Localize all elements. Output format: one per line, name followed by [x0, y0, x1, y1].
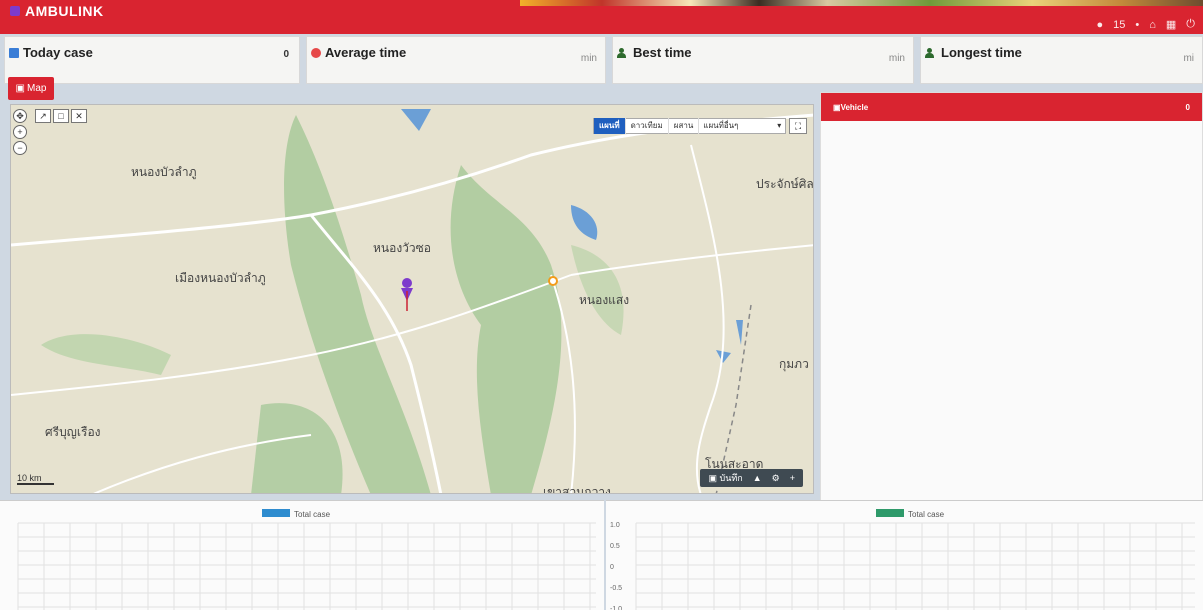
add-icon[interactable]: + [790, 473, 795, 483]
ambulink-logo-icon [10, 6, 20, 16]
vehicle-count[interactable]: 0 [1186, 103, 1190, 112]
map-label: หนองแสง [579, 293, 630, 307]
draw-line-icon[interactable]: ↗ [35, 109, 51, 123]
map-type-option[interactable]: ผสาน [669, 118, 700, 134]
user-icon[interactable]: ● [1096, 19, 1103, 31]
map-tools: ↗ □ ✕ [35, 109, 87, 123]
vehicle-icon: ▣ [833, 102, 841, 112]
pan-icon[interactable]: ✥ [13, 109, 27, 123]
map-label: กุมภว [779, 357, 809, 371]
map-bottom-toolbar: ▣ บันทึก ▲ ⚙ + [700, 469, 803, 487]
save-label: บันทึก [719, 473, 743, 483]
stat-average-time: Average time min [306, 36, 606, 84]
chart-right-svg: Total case 1.0 0.5 0 -0.5 -1.0 [610, 509, 1195, 610]
clock-icon [311, 47, 321, 58]
vehicle-header: ▣Vehicle 0 [821, 93, 1202, 121]
settings-icon[interactable]: • [1135, 19, 1139, 31]
map-type-select-value: แผนที่อื่นๆ [703, 121, 739, 130]
y-tick-label: 1.0 [610, 522, 620, 529]
home-icon[interactable]: ⌂ [1149, 19, 1156, 31]
chart-left-svg: Total case [17, 509, 596, 610]
legend-swatch [876, 509, 904, 517]
y-tick-label: -1.0 [610, 606, 622, 610]
map-label: เขาสวนกวาง [543, 485, 611, 494]
map-icon: ▣ [15, 83, 25, 94]
legend-swatch [262, 509, 290, 517]
vehicle-panel: ▣Vehicle 0 [820, 92, 1203, 502]
save-icon: ▣ [708, 473, 717, 483]
stat-label: Average time [325, 45, 407, 60]
chevron-down-icon: ▾ [777, 121, 782, 130]
stat-label: Today case [23, 45, 93, 60]
chart-right-panel: Total case 1.0 0.5 0 -0.5 -1.0 [606, 500, 1203, 610]
stat-unit: mi [1183, 53, 1194, 64]
clear-icon[interactable]: ✕ [71, 109, 87, 123]
chart-left-panel: Total case [0, 500, 604, 610]
map-label: ประจักษ์ศิลป [756, 177, 814, 191]
zoom-in-button[interactable]: + [13, 125, 27, 139]
map-label: หนองบัวลำภู [131, 165, 197, 179]
stat-unit: min [888, 53, 905, 64]
power-icon[interactable]: ⏻ [1186, 18, 1195, 31]
app-title: AMBULINK [25, 3, 104, 19]
stat-best-time: Best time min [612, 36, 914, 84]
stat-unit: min [580, 53, 597, 64]
tab-map[interactable]: ▣ Map [8, 77, 54, 100]
tab-map-label: Map [27, 83, 47, 94]
banner-photo-strip [520, 0, 1203, 6]
y-tick-label: -0.5 [610, 585, 622, 592]
map-label: เมืองหนองบัวลำภู [175, 271, 266, 285]
stat-label: Longest time [941, 45, 1022, 60]
notification-count[interactable]: 15 [1113, 19, 1125, 31]
map-type-switcher: แผนที่ ดาวเทียม ผสาน แผนที่อื่นๆ ▾ [593, 118, 787, 134]
y-tick-label: 0 [610, 564, 614, 571]
topbar-actions: ● 15 • ⌂ ▦ ⏻ [1096, 18, 1195, 31]
map-type-select[interactable]: แผนที่อื่นๆ ▾ [699, 118, 785, 134]
map-label: ศรีบุญเรือง [45, 425, 101, 439]
stat-longest-time: Longest time mi [920, 36, 1203, 84]
map-type-option[interactable]: แผนที่ [594, 118, 626, 134]
stat-value: 0 [283, 49, 289, 60]
person-icon [617, 47, 629, 58]
draw-rect-icon[interactable]: □ [53, 109, 69, 123]
save-button[interactable]: ▣ บันทึก [708, 471, 742, 485]
y-tick-label: 0.5 [610, 543, 620, 550]
map-type-option[interactable]: ดาวเทียม [626, 118, 669, 134]
map-label: หนองวัวซอ [373, 241, 432, 255]
list-icon [9, 47, 19, 58]
map-scale-bar: 10 km [17, 473, 54, 485]
top-navbar: AMBULINK ● 15 • ⌂ ▦ ⏻ [0, 0, 1203, 34]
app-brand[interactable]: AMBULINK [10, 3, 104, 19]
legend-label: Total case [908, 510, 945, 519]
fullscreen-icon[interactable]: ⛶ [789, 118, 807, 134]
person-icon [925, 47, 937, 58]
stat-label: Best time [633, 45, 692, 60]
legend-label: Total case [294, 510, 331, 519]
grid-icon[interactable]: ▦ [1166, 18, 1176, 31]
map-view[interactable]: หนองบัวลำภู เมืองหนองบัวลำภู หนองวัวซอ ป… [10, 104, 814, 494]
gear-icon[interactable]: ⚙ [772, 473, 780, 484]
zoom-out-button[interactable]: − [13, 141, 27, 155]
vehicle-title: Vehicle [840, 102, 869, 112]
map-zoom-controls: ✥ + − [13, 109, 27, 155]
car-icon[interactable]: ▲ [753, 473, 762, 483]
